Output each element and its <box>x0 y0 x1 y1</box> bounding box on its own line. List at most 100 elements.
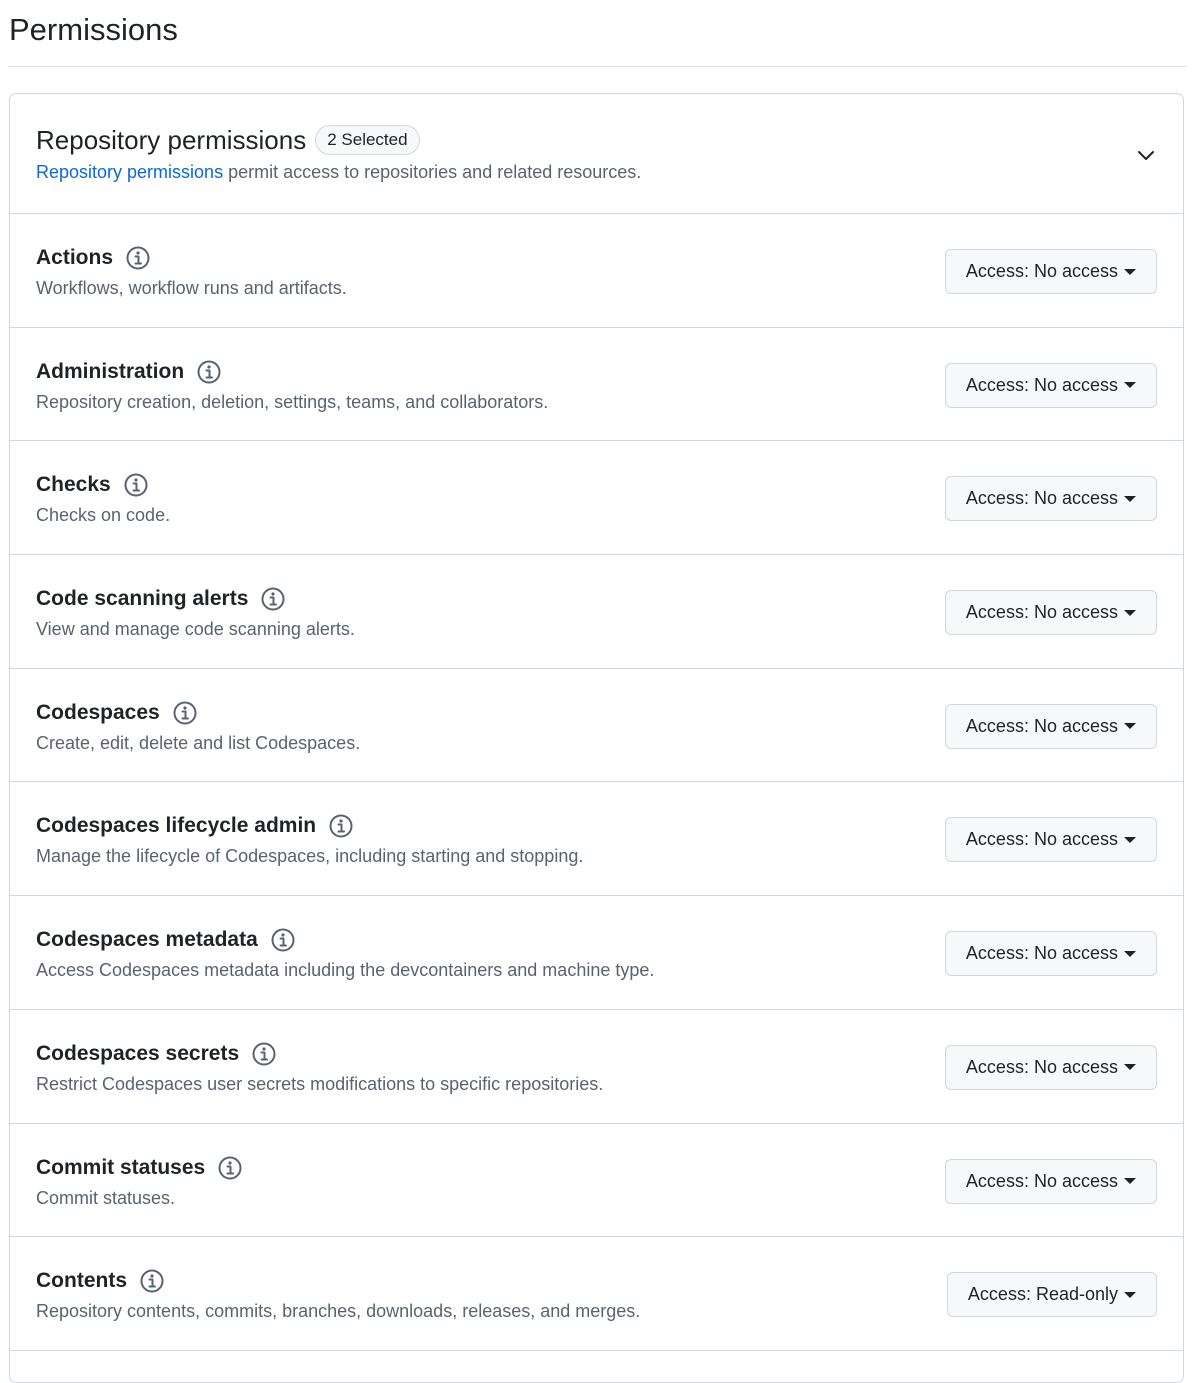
access-dropdown-button[interactable]: Access: No access <box>944 931 1157 977</box>
caret-down-icon <box>1124 950 1136 957</box>
access-label: Access: <box>965 261 1029 281</box>
permission-row-actions: Actions Workflows, workflow runs and art… <box>10 214 1183 328</box>
caret-down-icon <box>1124 723 1136 730</box>
access-value: No access <box>1033 488 1118 509</box>
access-dropdown-button[interactable]: Access: No access <box>944 476 1157 522</box>
access-dropdown-button[interactable]: Access: No access <box>944 703 1157 749</box>
permission-name: Actions <box>36 246 114 269</box>
permission-row-contents: Contents Repository contents, commits, b… <box>10 1237 1183 1351</box>
access-dropdown-button[interactable]: Access: Read-only <box>946 1272 1157 1318</box>
permission-name: Commit statuses <box>36 1155 206 1179</box>
permission-name-line: Contents <box>36 1265 165 1297</box>
access-dropdown-button[interactable]: Access: No access <box>944 1158 1157 1204</box>
access-dropdown-button[interactable]: Access: No access <box>944 817 1157 863</box>
permission-name: Checks <box>36 473 111 497</box>
selected-count-badge: 2 Selected <box>315 125 420 155</box>
caret-down-icon <box>1124 268 1136 275</box>
access-label: Access: <box>965 943 1029 964</box>
permission-row-checks: Checks Checks on code. Access: No access <box>10 441 1183 556</box>
panel-title-row: Repository permissions 2 Selected <box>36 122 420 158</box>
permission-row-codespaces-metadata: Codespaces metadata Access Codespaces me… <box>10 896 1183 1010</box>
caret-down-icon <box>1124 382 1136 389</box>
permission-name-line: Codespaces secrets <box>36 1038 277 1070</box>
permission-description: Restrict Codespaces user secrets modific… <box>36 1073 604 1094</box>
access-label: Access: <box>965 829 1029 850</box>
permission-row-codespaces-secrets: Codespaces secrets Restrict Codespaces u… <box>10 1010 1183 1124</box>
permission-row-codespaces: Codespaces Create, edit, delete and list… <box>10 669 1183 783</box>
permission-name-line: Actions <box>36 242 151 274</box>
permission-name: Codespaces <box>36 700 160 724</box>
permission-description: Checks on code. <box>36 505 171 526</box>
info-icon[interactable] <box>260 586 286 612</box>
permission-name: Code scanning alerts <box>36 587 249 611</box>
permission-list: Actions Workflows, workflow runs and art… <box>10 214 1183 1351</box>
permission-row-administration: Administration Repository creation, dele… <box>10 328 1183 442</box>
permission-name-line: Checks <box>36 469 149 501</box>
info-icon[interactable] <box>196 359 222 385</box>
access-value: No access <box>1033 715 1118 736</box>
permission-name: Codespaces secrets <box>36 1041 240 1065</box>
access-value: No access <box>1033 602 1118 623</box>
caret-down-icon <box>1124 495 1136 502</box>
access-label: Access: <box>967 1284 1031 1305</box>
access-label: Access: <box>965 1170 1029 1191</box>
access-label: Access: <box>965 602 1029 623</box>
info-icon[interactable] <box>125 245 151 271</box>
access-dropdown-button[interactable]: Access: No access <box>944 1044 1157 1090</box>
info-icon[interactable] <box>123 472 149 498</box>
access-dropdown-button[interactable]: Access: No access <box>944 362 1157 408</box>
panel-title: Repository permissions <box>36 124 307 155</box>
access-value: No access <box>1033 829 1118 850</box>
access-label: Access: <box>965 1056 1029 1077</box>
permission-name: Administration <box>36 359 185 383</box>
info-icon[interactable] <box>217 1155 243 1181</box>
chevron-down-icon[interactable] <box>1135 144 1157 166</box>
permission-description: Repository contents, commits, branches, … <box>36 1301 641 1322</box>
permission-name: Contents <box>36 1269 127 1293</box>
permission-row-codespaces-lifecycle-admin: Codespaces lifecycle admin Manage the li… <box>10 782 1183 897</box>
permission-description: Commit statuses. <box>36 1187 176 1208</box>
permission-row-commit-statuses: Commit statuses Commit statuses. Access:… <box>10 1124 1183 1238</box>
access-value: No access <box>1033 1170 1118 1191</box>
access-value: Read-only <box>1035 1284 1118 1305</box>
page-title: Permissions <box>9 12 178 47</box>
permission-description: Workflows, workflow runs and artifacts. <box>36 278 347 298</box>
permission-name: Codespaces metadata <box>36 928 258 952</box>
info-icon[interactable] <box>270 927 296 953</box>
panel-description: Repository permissions permit access to … <box>36 162 641 183</box>
permission-description: View and manage code scanning alerts. <box>36 619 355 640</box>
permission-name-line: Administration <box>36 356 222 388</box>
panel-description-text: permit access to repositories and relate… <box>223 162 642 182</box>
repository-permissions-panel: Repository permissions 2 Selected Reposi… <box>9 93 1184 1383</box>
permission-name-line: Codespaces <box>36 697 198 729</box>
access-value: No access <box>1033 1056 1118 1077</box>
permission-name-line: Commit statuses <box>36 1152 243 1184</box>
access-value: No access <box>1033 943 1118 964</box>
permission-name: Codespaces lifecycle admin <box>36 814 317 838</box>
access-value: No access <box>1033 261 1118 281</box>
title-divider <box>9 66 1186 67</box>
caret-down-icon <box>1124 836 1136 843</box>
permission-description: Create, edit, delete and list Codespaces… <box>36 732 361 753</box>
permission-description: Repository creation, deletion, settings,… <box>36 391 549 412</box>
access-label: Access: <box>965 374 1029 395</box>
access-value: No access <box>1033 374 1118 395</box>
permission-name-line: Code scanning alerts <box>36 583 286 615</box>
info-icon[interactable] <box>139 1268 165 1294</box>
permission-description: Access Codespaces metadata including the… <box>36 960 655 981</box>
access-dropdown-button[interactable]: Access: No access <box>944 590 1157 636</box>
caret-down-icon <box>1124 1064 1136 1071</box>
caret-down-icon <box>1124 609 1136 616</box>
caret-down-icon <box>1124 1291 1136 1298</box>
permission-description: Manage the lifecycle of Codespaces, incl… <box>36 846 584 867</box>
permission-name-line: Codespaces lifecycle admin <box>36 810 354 842</box>
access-dropdown-button[interactable]: Access: No access <box>944 249 1157 294</box>
repository-permissions-link[interactable]: Repository permissions <box>36 162 223 182</box>
info-icon[interactable] <box>172 700 198 726</box>
repository-permissions-header[interactable]: Repository permissions 2 Selected Reposi… <box>10 94 1183 214</box>
info-icon[interactable] <box>328 813 354 839</box>
access-label: Access: <box>965 715 1029 736</box>
caret-down-icon <box>1124 1178 1136 1184</box>
info-icon[interactable] <box>251 1041 277 1067</box>
access-label: Access: <box>965 488 1029 509</box>
